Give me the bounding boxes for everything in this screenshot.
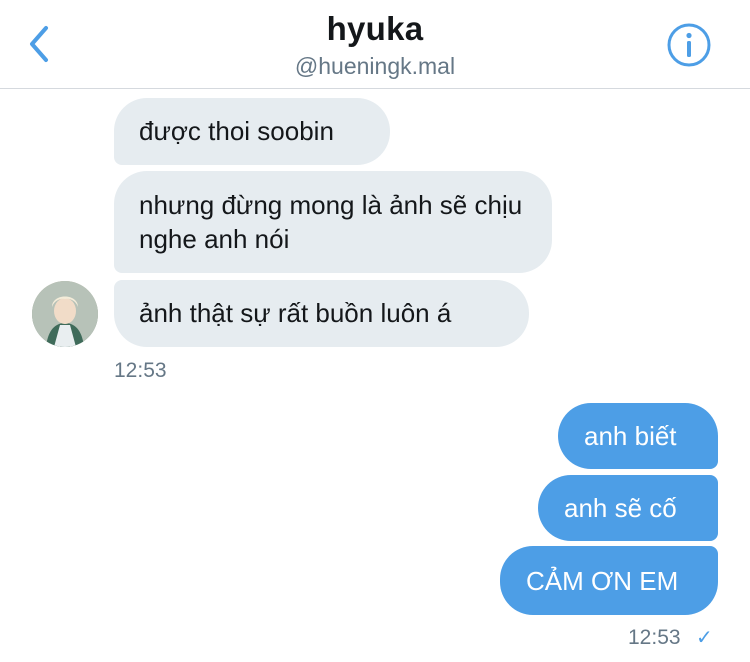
received-message[interactable]: nhưng đừng mong là ảnh sẽ chịu nghe anh … xyxy=(114,171,552,273)
sent-check-icon: ✓ xyxy=(696,627,713,649)
conversation-header: hyuka @hueningk.mal xyxy=(0,0,750,89)
info-button[interactable] xyxy=(666,22,712,68)
message-timestamp: 12:53 xyxy=(628,626,681,649)
info-icon xyxy=(667,23,711,67)
avatar-image xyxy=(32,281,98,347)
sent-message[interactable]: CẢM ƠN EM xyxy=(500,546,718,615)
sent-message[interactable]: anh biết xyxy=(558,403,718,469)
sent-message[interactable]: anh sẽ cố xyxy=(538,475,718,541)
received-message[interactable]: ảnh thật sự rất buồn luôn á xyxy=(114,280,529,347)
message-timestamp: 12:53 xyxy=(114,359,167,382)
received-message[interactable]: được thoi soobin xyxy=(114,98,390,165)
user-handle: @hueningk.mal xyxy=(294,53,456,79)
avatar[interactable] xyxy=(32,281,98,347)
conversation-title: hyuka xyxy=(326,10,424,47)
